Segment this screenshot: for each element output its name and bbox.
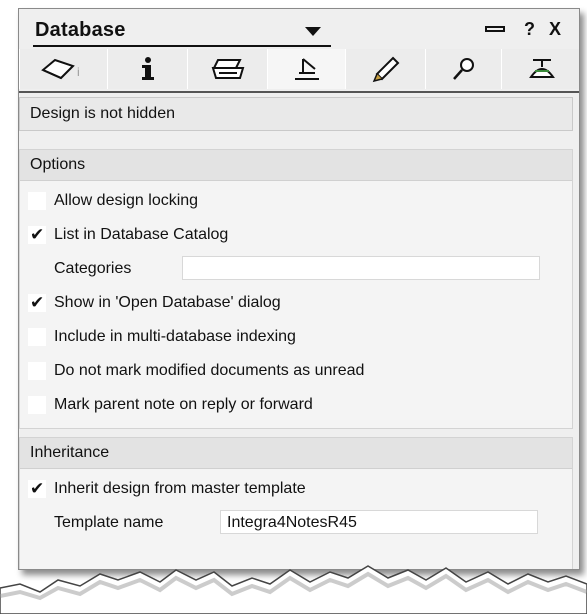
checkbox[interactable]	[28, 328, 46, 346]
magnifier-icon	[453, 58, 474, 80]
title-bar: Database ? X	[19, 9, 579, 47]
eraser-icon: i	[41, 58, 80, 80]
option-allow-design-locking[interactable]: Allow design locking	[20, 188, 572, 214]
tab-advanced[interactable]	[501, 49, 579, 89]
tab-print[interactable]	[187, 49, 270, 89]
inheritance-header-label: Inheritance	[30, 444, 110, 461]
design-status-text: Design is not hidden	[30, 105, 175, 122]
categories-input[interactable]	[182, 256, 540, 280]
database-properties-panel: Database ? X i Design is not hidden Opti…	[18, 8, 580, 570]
inheritance-header: Inheritance	[20, 438, 572, 469]
categories-label: Categories	[54, 260, 132, 277]
pin-icon[interactable]	[485, 26, 505, 32]
checkbox[interactable]	[28, 225, 46, 245]
option-label: Inherit design from master template	[54, 480, 306, 497]
option-label: Include in multi-database indexing	[54, 328, 296, 345]
categories-row: Categories	[20, 256, 572, 282]
tsquare-icon	[295, 58, 319, 80]
checkbox[interactable]	[28, 293, 46, 313]
propeller-hat-icon	[529, 59, 555, 78]
option-multi-db-indexing[interactable]: Include in multi-database indexing	[20, 324, 572, 350]
tab-basics[interactable]: i	[19, 49, 110, 89]
checkbox[interactable]	[28, 362, 46, 380]
option-inherit-design[interactable]: Inherit design from master template	[20, 476, 572, 502]
option-do-not-mark-unread[interactable]: Do not mark modified documents as unread	[20, 358, 572, 384]
option-show-in-open-dialog[interactable]: Show in 'Open Database' dialog	[20, 290, 572, 316]
checkbox[interactable]	[28, 479, 46, 499]
option-label: Show in 'Open Database' dialog	[54, 294, 281, 311]
tab-info[interactable]	[107, 49, 190, 89]
tab-launch[interactable]	[345, 49, 428, 89]
tab-strip: i	[19, 49, 579, 93]
option-label: Do not mark modified documents as unread	[54, 362, 365, 379]
option-label: List in Database Catalog	[54, 226, 229, 243]
info-icon	[142, 57, 154, 80]
properties-type-dropdown[interactable]: Database	[33, 17, 331, 47]
tab-design[interactable]	[267, 49, 348, 89]
printer-icon	[211, 59, 245, 79]
properties-type-label: Database	[35, 19, 126, 41]
option-mark-parent-note[interactable]: Mark parent note on reply or forward	[20, 392, 572, 418]
checkbox[interactable]	[28, 396, 46, 414]
option-label: Mark parent note on reply or forward	[54, 396, 313, 413]
help-icon[interactable]: ?	[524, 19, 535, 40]
option-list-in-catalog[interactable]: List in Database Catalog	[20, 222, 572, 248]
checkbox[interactable]	[28, 192, 46, 210]
rocket-icon	[372, 56, 400, 83]
torn-edge-decoration	[0, 565, 587, 614]
close-icon[interactable]: X	[549, 19, 561, 40]
tab-search[interactable]	[425, 49, 504, 89]
options-header: Options	[20, 150, 572, 181]
options-section: Options Allow design locking List in Dat…	[19, 149, 573, 429]
option-label: Allow design locking	[54, 192, 199, 209]
design-status-bar: Design is not hidden	[19, 97, 573, 131]
svg-text:i: i	[77, 65, 80, 79]
chevron-down-icon	[305, 27, 321, 36]
options-header-label: Options	[30, 156, 86, 173]
